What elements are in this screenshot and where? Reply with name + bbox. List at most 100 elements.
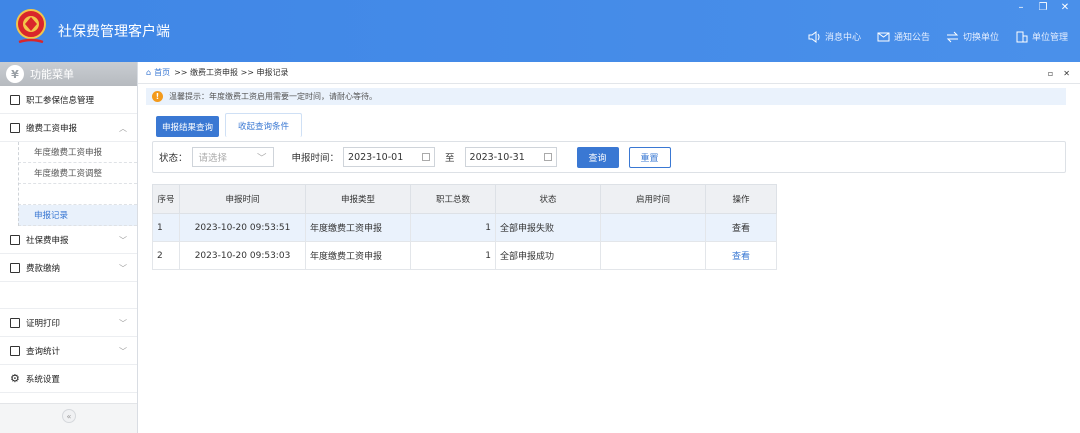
chevron-down-icon: ﹀ — [257, 153, 267, 164]
col-header-no: 序号 — [152, 184, 180, 214]
cell-status: 全部申报成功 — [495, 241, 601, 270]
query-button[interactable]: 查询 — [576, 146, 619, 168]
restore-page-icon[interactable]: ▫ — [1048, 69, 1053, 78]
app-title: 社保费管理客户端 — [58, 24, 170, 40]
sidebar: ¥ 功能菜单 职工参保信息管理 缴费工资申报 ︿ 年度缴费工资申报 年度缴费工资… — [0, 62, 138, 433]
collapse-sidebar-button[interactable]: « — [62, 409, 76, 423]
close-page-icon[interactable]: ✕ — [1063, 69, 1070, 78]
col-header-status: 状态 — [495, 184, 601, 214]
wage-submenu: 年度缴费工资申报 年度缴费工资调整 申报记录 — [0, 142, 137, 226]
end-date-value: 2023-10-31 — [469, 151, 525, 163]
submenu-guide-line — [18, 142, 19, 226]
reset-button[interactable]: 重置 — [628, 146, 671, 168]
nav-label: 切换单位 — [962, 33, 999, 43]
cell-type: 年度缴费工资申报 — [305, 241, 411, 270]
col-header-type: 申报类型 — [305, 184, 411, 214]
sidebar-header: ¥ 功能菜单 — [0, 62, 137, 86]
restore-icon[interactable]: ❐ — [1038, 2, 1048, 13]
document-icon — [10, 317, 20, 328]
submenu-blank — [18, 184, 137, 205]
app-header: 社保费管理客户端 – ❐ ✕ 消息中心 通知公告 切换单位 单位管理 — [0, 0, 1080, 62]
table-row[interactable]: 2 2023-10-20 09:53:03 年度缴费工资申报 1 全部申报成功 … — [152, 241, 777, 270]
chevron-down-icon: ﹀ — [119, 236, 127, 245]
tip-banner: ! 温馨提示：年度缴费工资启用需要一定时间，请耐心等待。 — [146, 88, 1066, 105]
nav-notice[interactable]: 通知公告 — [877, 30, 930, 43]
chevron-down-icon: ﹀ — [119, 264, 127, 273]
tip-text: 温馨提示：年度缴费工资启用需要一定时间，请耐心等待。 — [169, 92, 377, 101]
cell-no: 1 — [152, 213, 180, 242]
page-controls: ▫ ✕ — [1048, 69, 1070, 78]
building-icon — [1016, 31, 1028, 42]
sidebar-item-social-insurance-declaration[interactable]: 社保费申报 ﹀ — [0, 226, 137, 254]
tab-collapse-conditions[interactable]: 收起查询条件 — [225, 113, 303, 137]
submenu-annual-wage-adjustment[interactable]: 年度缴费工资调整 — [18, 163, 137, 184]
calendar-icon — [543, 153, 552, 161]
nav-message-center[interactable]: 消息中心 — [808, 30, 861, 43]
to-label: 至 — [445, 153, 455, 164]
edit-icon — [10, 122, 20, 133]
breadcrumb-path: >> 缴费工资申报 >> 申报记录 — [174, 68, 289, 77]
breadcrumb-home[interactable]: ⌂ 首页 — [146, 67, 170, 78]
filter-panel: 状态： 请选择 ﹀ 申报时间： 2023-10-01 至 2023-10-31 … — [152, 141, 1066, 173]
col-header-action: 操作 — [705, 184, 777, 214]
nav-unit-management[interactable]: 单位管理 — [1015, 30, 1068, 43]
table-header-row: 序号 申报时间 申报类型 职工总数 状态 启用时间 操作 — [152, 184, 777, 214]
view-link[interactable]: 查看 — [732, 224, 750, 234]
start-date-value: 2023-10-01 — [348, 151, 404, 163]
table-row[interactable]: 1 2023-10-20 09:53:51 年度缴费工资申报 1 全部申报失败 … — [152, 213, 777, 242]
chevron-down-icon: ﹀ — [119, 319, 127, 328]
sidebar-item-label: 证明打印 — [26, 318, 61, 329]
col-header-count: 职工总数 — [410, 184, 496, 214]
col-header-enable-time: 启用时间 — [600, 184, 706, 214]
sidebar-item-label: 职工参保信息管理 — [26, 95, 95, 106]
tab-result-query[interactable]: 申报结果查询 — [156, 116, 220, 137]
cell-time: 2023-10-20 09:53:51 — [179, 213, 306, 242]
gear-icon: ⚙ — [10, 372, 20, 385]
status-placeholder: 请选择 — [198, 153, 228, 164]
calendar-icon — [422, 153, 431, 161]
cell-type: 年度缴费工资申报 — [305, 213, 411, 242]
sidebar-item-label: 费款缴纳 — [26, 263, 61, 274]
status-label: 状态： — [159, 153, 188, 164]
sidebar-item-label: 系统设置 — [25, 374, 60, 385]
window-controls: – ❐ ✕ — [1016, 2, 1070, 13]
minimize-icon[interactable]: – — [1016, 2, 1026, 13]
sidebar-blank-row — [0, 282, 137, 309]
sidebar-item-system-settings[interactable]: ⚙ 系统设置 — [0, 365, 137, 393]
nav-switch-unit[interactable]: 切换单位 — [946, 30, 999, 43]
records-table: 序号 申报时间 申报类型 职工总数 状态 启用时间 操作 1 2023-10-2… — [152, 184, 777, 270]
status-select[interactable]: 请选择 ﹀ — [191, 147, 274, 167]
sidebar-item-query-statistics[interactable]: 查询统计 ﹀ — [0, 337, 137, 365]
cell-count: 1 — [410, 213, 496, 242]
tax-emblem-icon — [16, 9, 46, 44]
switch-icon — [946, 31, 959, 42]
cell-count: 1 — [410, 241, 496, 270]
sidebar-item-label: 查询统计 — [26, 346, 61, 357]
sidebar-item-wage-declaration[interactable]: 缴费工资申报 ︿ — [0, 114, 137, 142]
sidebar-item-employee-insurance[interactable]: 职工参保信息管理 — [0, 86, 137, 114]
sidebar-item-certificate-print[interactable]: 证明打印 ﹀ — [0, 309, 137, 337]
sidebar-title: 功能菜单 — [30, 68, 74, 81]
nav-label: 消息中心 — [824, 33, 861, 43]
start-date-input[interactable]: 2023-10-01 — [343, 147, 436, 167]
calendar-icon — [10, 234, 20, 245]
cell-status: 全部申报失败 — [495, 213, 601, 242]
submenu-declaration-records[interactable]: 申报记录 — [18, 205, 137, 226]
cell-no: 2 — [152, 241, 180, 270]
top-nav: 消息中心 通知公告 切换单位 单位管理 — [808, 30, 1068, 43]
close-icon[interactable]: ✕ — [1060, 2, 1070, 13]
cell-enable-time — [600, 241, 706, 270]
mail-icon — [877, 32, 890, 41]
sidebar-item-fee-payment[interactable]: 费款缴纳 ﹀ — [0, 254, 137, 282]
breadcrumb-home-label: 首页 — [154, 68, 171, 77]
cell-time: 2023-10-20 09:53:03 — [179, 241, 306, 270]
chevron-down-icon: ﹀ — [119, 347, 127, 356]
nav-label: 通知公告 — [893, 33, 930, 43]
home-icon: ⌂ — [146, 68, 152, 77]
view-link[interactable]: 查看 — [732, 252, 750, 262]
breadcrumb: ⌂ 首页 >> 缴费工资申报 >> 申报记录 ▫ ✕ — [138, 62, 1080, 84]
submenu-annual-wage-declaration[interactable]: 年度缴费工资申报 — [18, 142, 137, 163]
save-icon — [10, 262, 20, 273]
end-date-input[interactable]: 2023-10-31 — [464, 147, 557, 167]
nav-label: 单位管理 — [1031, 33, 1068, 43]
